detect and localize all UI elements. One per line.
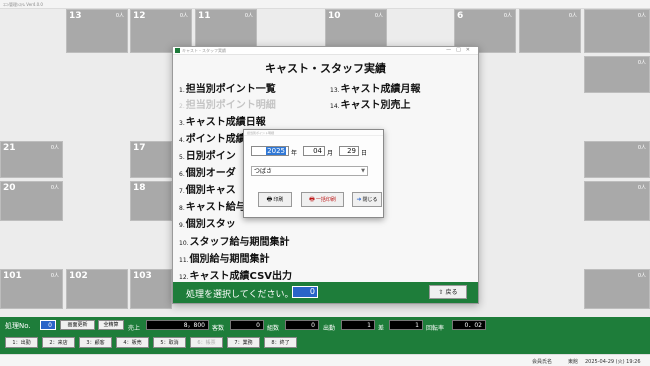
table-cell[interactable]: 17: [130, 141, 172, 178]
selection-input[interactable]: 0: [292, 286, 318, 298]
status-bar: 会員氏名 東館 2025-04-29 (火) 19:26: [0, 354, 650, 366]
chevron-down-icon: ▼: [361, 168, 365, 174]
turnover-label: 回転率: [426, 325, 445, 332]
table-cell[interactable]: 0人: [584, 141, 650, 178]
month-input[interactable]: 04: [303, 146, 325, 156]
refresh-button[interactable]: 画面更新: [60, 320, 95, 330]
table-cell[interactable]: 0人: [584, 269, 650, 309]
batch-print-button[interactable]: 🖶一括印刷: [301, 192, 344, 207]
attendance-value: 1: [341, 320, 375, 330]
sales-value: 8，800: [146, 320, 209, 330]
back-button[interactable]: ⇧ 戻る: [429, 285, 467, 299]
table-cell[interactable]: 0人: [584, 9, 650, 53]
exit-icon: ➜: [356, 196, 362, 203]
function-key-button[interactable]: 2：来店: [42, 337, 75, 348]
sub-dialog-title: 担当別ポイント明細: [244, 130, 383, 136]
function-key-button[interactable]: 3：顧客: [79, 337, 112, 348]
proc-input[interactable]: 0: [40, 320, 56, 330]
table-cell[interactable]: 21 0人: [0, 141, 63, 178]
table-cell[interactable]: 102: [66, 269, 128, 309]
dialog-footer: 処理を選択してください。 0 ⇧ 戻る: [173, 282, 478, 303]
groups-label: 組数: [267, 325, 280, 332]
groups-value: 0: [285, 320, 319, 330]
year-unit: 年: [291, 150, 298, 157]
app-icon: [175, 48, 180, 53]
diff-value: 1: [389, 320, 423, 330]
proc-label: 処理No.: [5, 322, 31, 330]
table-cell[interactable]: 0人: [584, 181, 650, 221]
table-cell[interactable]: 18: [130, 181, 172, 221]
printer-icon: 🖶: [266, 196, 273, 203]
staff-select[interactable]: つばさ ▼: [251, 166, 368, 176]
day-unit: 日: [361, 150, 368, 157]
shop-name: 東館: [568, 359, 579, 365]
dialog-heading: キャスト・スタッフ実績: [265, 62, 386, 75]
point-detail-dialog: 担当別ポイント明細 2025 年 04 月 29 日 つばさ ▼ 🖶印刷 🖶一括印…: [243, 129, 384, 218]
table-cell[interactable]: 20 0人: [0, 181, 63, 221]
table-cell[interactable]: 101 0人: [0, 269, 63, 309]
menu-item[interactable]: 14.キャスト別売上: [330, 93, 411, 112]
settle-all-button[interactable]: 全精算: [98, 320, 124, 330]
table-cell[interactable]: 103: [130, 269, 172, 309]
back-icon: ⇧: [438, 289, 444, 296]
table-cell[interactable]: 0人: [584, 56, 650, 93]
menu-item[interactable]: 12.キャスト成績CSV出力: [179, 264, 292, 283]
function-key-button: 6：帳票: [190, 337, 223, 348]
table-cell[interactable]: 0人: [519, 9, 581, 53]
function-key-button[interactable]: 4：販売: [116, 337, 149, 348]
function-key-button[interactable]: 5：取消: [153, 337, 186, 348]
dialog-title-bar: キャスト・スタッフ実績 —□✕: [173, 47, 478, 55]
prompt-label: 処理を選択してください。: [186, 290, 294, 300]
function-key-button[interactable]: 1：出勤: [5, 337, 38, 348]
table-cell[interactable]: 13 0人: [66, 9, 128, 53]
month-unit: 月: [327, 150, 334, 157]
print-button[interactable]: 🖶印刷: [258, 192, 292, 207]
app-window: ｺﾆｼ管理ｼｽﾃﾑ Ver4.0.0 13 0人 12 0人 11 0人 10 0人 6…: [0, 0, 650, 366]
datetime: 2025-04-29 (火) 19:26: [585, 359, 641, 365]
year-input[interactable]: 2025: [251, 146, 289, 156]
attendance-label: 出勤: [323, 325, 336, 332]
function-key-button[interactable]: 8：終了: [264, 337, 297, 348]
printer-icon: 🖶: [309, 196, 315, 203]
close-button[interactable]: ➜閉じる: [352, 192, 382, 207]
customers-value: 0: [230, 320, 264, 330]
menu-item[interactable]: 9.個別スタッ: [179, 212, 236, 231]
customers-label: 客数: [212, 325, 225, 332]
day-input[interactable]: 29: [339, 146, 359, 156]
member-label: 会員氏名: [532, 359, 553, 365]
diff-label: 差: [378, 325, 385, 332]
turnover-value: 0．02: [452, 320, 486, 330]
function-key-button[interactable]: 7：業務: [227, 337, 260, 348]
bottom-toolbar: 処理No. 0 画面更新 全精算 売上 8，800 客数 0 組数 0 出勤 1…: [0, 317, 650, 354]
sales-label: 売上: [128, 325, 141, 332]
window-controls-icon[interactable]: —□✕: [446, 47, 475, 53]
